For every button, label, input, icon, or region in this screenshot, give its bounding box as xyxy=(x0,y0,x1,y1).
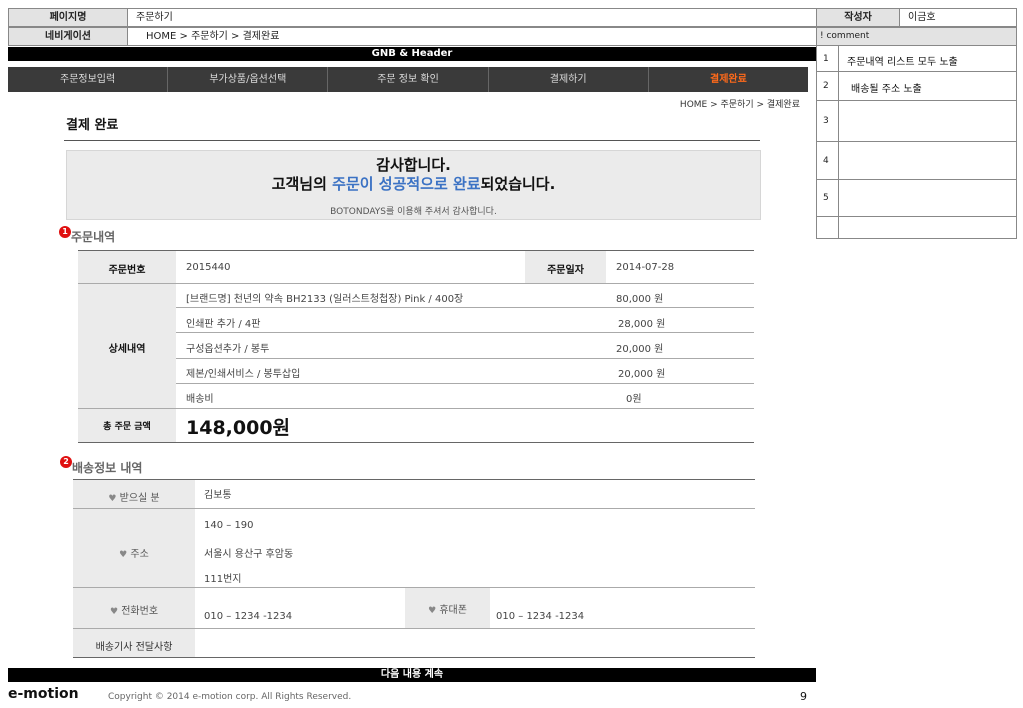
thanks-message: 고객님의 주문이 성공적으로 완료되었습니다. xyxy=(67,173,760,194)
order-item-name: [브랜드명] 천년의 약속 BH2133 (일러스트청첩장) Pink / 40… xyxy=(186,294,464,305)
heart-icon: ♥ xyxy=(109,607,119,617)
order-section-title: 주문내역 xyxy=(71,230,116,244)
order-item-name: 인쇄판 추가 / 4판 xyxy=(186,319,261,330)
gnb-header-bar: GNB & Header xyxy=(8,47,816,61)
driver-note-label: 배송기사 전달사항 xyxy=(95,642,173,653)
continue-bar: 다음 내용 계속 xyxy=(8,668,816,682)
mobile-label: ♥ 휴대폰 xyxy=(405,601,490,616)
mobile-label-text: 휴대폰 xyxy=(439,605,467,616)
shipping-row-line xyxy=(73,628,755,629)
comment-number: 1 xyxy=(817,46,839,71)
total-label: 총 주문 금액 xyxy=(103,422,151,432)
shipping-row-line xyxy=(73,587,755,588)
detail-label: 상세내역 xyxy=(108,344,146,355)
order-table-top-line xyxy=(78,250,754,251)
navigation-label: 네비게이션 xyxy=(8,27,128,46)
comment-number: 5 xyxy=(817,180,839,216)
heart-icon: ♥ xyxy=(108,494,117,504)
page-name-value: 주문하기 xyxy=(127,8,817,27)
tab-payment-complete[interactable]: 결제완료 xyxy=(649,67,808,92)
thanks-message-highlight: 주문이 성공적으로 완료 xyxy=(332,175,481,193)
order-item-price: 0원 xyxy=(626,394,642,405)
phone-label-text: 전화번호 xyxy=(121,606,159,617)
page-name-label: 페이지명 xyxy=(8,8,128,27)
comment-row: 4 xyxy=(816,142,1017,180)
order-number-value: 2015440 xyxy=(186,262,231,273)
author-value: 이금호 xyxy=(899,8,1017,27)
shipping-table-bottom-line xyxy=(73,657,755,658)
tab-order-confirm[interactable]: 주문 정보 확인 xyxy=(328,67,489,92)
address-line: 140 – 190 xyxy=(204,520,254,531)
thanks-message-pre: 고객님의 xyxy=(271,175,333,193)
order-number-label: 주문번호 xyxy=(108,265,146,276)
order-item-price: 28,000 원 xyxy=(618,319,666,330)
emotion-logo: e-motion xyxy=(8,686,79,702)
shipping-label-column xyxy=(73,480,195,657)
address-label: ♥ 주소 xyxy=(73,545,195,560)
recipient-value: 김보통 xyxy=(204,490,232,501)
page-title: 결제 완료 xyxy=(66,118,119,133)
heart-icon: ♥ xyxy=(428,606,437,616)
title-divider xyxy=(64,140,760,141)
annotation-badge-2: 2 xyxy=(60,456,72,468)
tab-payment[interactable]: 결제하기 xyxy=(489,67,649,92)
phone-value: 010 – 1234 -1234 xyxy=(204,611,293,622)
comment-number xyxy=(817,217,839,238)
address-line: 111번지 xyxy=(204,574,242,585)
mobile-value: 010 – 1234 -1234 xyxy=(496,611,585,622)
comment-text: 배송될 주소 노출 xyxy=(851,84,922,95)
comment-number: 2 xyxy=(817,72,839,100)
total-amount: 148,000원 xyxy=(186,417,291,439)
author-label: 작성자 xyxy=(816,8,900,27)
order-table-bottom-line xyxy=(78,442,754,443)
comment-number: 3 xyxy=(817,101,839,141)
order-row-line xyxy=(78,408,754,409)
order-item-name: 제본/인쇄서비스 / 봉투삽입 xyxy=(186,369,301,380)
thanks-message-post: 되었습니다. xyxy=(480,175,556,193)
thanks-subtext: BOTONDAYS를 이용해 주셔서 감사합니다. xyxy=(330,207,497,217)
comment-number: 4 xyxy=(817,142,839,179)
order-item-price: 80,000 원 xyxy=(616,294,664,305)
address-label-text: 주소 xyxy=(130,549,149,560)
thank-you-box: 감사합니다. 고객님의 주문이 성공적으로 완료되었습니다. BOTONDAYS… xyxy=(66,150,761,220)
comment-header: ! comment xyxy=(816,27,1017,46)
tab-order-info[interactable]: 주문정보입력 xyxy=(8,67,169,92)
comment-row: 3 xyxy=(816,101,1017,142)
recipient-label-text: 받으실 분 xyxy=(119,493,160,504)
comment-text: 주문내역 리스트 모두 노출 xyxy=(847,57,958,68)
order-item-name: 배송비 xyxy=(186,394,214,405)
item-divider xyxy=(176,332,754,333)
order-date-value: 2014-07-28 xyxy=(616,262,675,273)
shipping-row-line xyxy=(73,508,755,509)
page-number: 9 xyxy=(800,690,807,703)
comment-row xyxy=(816,217,1017,239)
order-date-label: 주문일자 xyxy=(547,265,584,276)
comment-row: 5 xyxy=(816,180,1017,217)
item-divider xyxy=(176,383,754,384)
order-item-name: 구성옵션추가 / 봉투 xyxy=(186,344,270,355)
copyright: Copyright © 2014 e-motion corp. All Righ… xyxy=(108,692,352,702)
phone-label: ♥ 전화번호 xyxy=(73,602,195,617)
breadcrumb: HOME > 주문하기 > 결제완료 xyxy=(679,100,800,110)
heart-icon: ♥ xyxy=(119,550,128,560)
recipient-label: ♥ 받으실 분 xyxy=(73,489,195,504)
order-row-line xyxy=(78,283,754,284)
navigation-value: HOME > 주문하기 > 결제완료 xyxy=(127,27,817,46)
order-item-price: 20,000 원 xyxy=(618,369,666,380)
tab-options[interactable]: 부가상품/옵션선택 xyxy=(168,67,329,92)
item-divider xyxy=(176,307,754,308)
order-item-price: 20,000 원 xyxy=(616,344,664,355)
shipping-section-title: 배송정보 내역 xyxy=(72,461,143,475)
comment-row: 1 주문내역 리스트 모두 노출 xyxy=(816,46,1017,72)
order-step-tabs: 주문정보입력 부가상품/옵션선택 주문 정보 확인 결제하기 결제완료 xyxy=(8,67,808,92)
thanks-heading: 감사합니다. xyxy=(376,156,451,174)
comment-row: 2 배송될 주소 노출 xyxy=(816,72,1017,101)
annotation-badge-1: 1 xyxy=(59,226,71,238)
item-divider xyxy=(176,358,754,359)
address-line: 서울시 용산구 후암동 xyxy=(204,549,294,560)
